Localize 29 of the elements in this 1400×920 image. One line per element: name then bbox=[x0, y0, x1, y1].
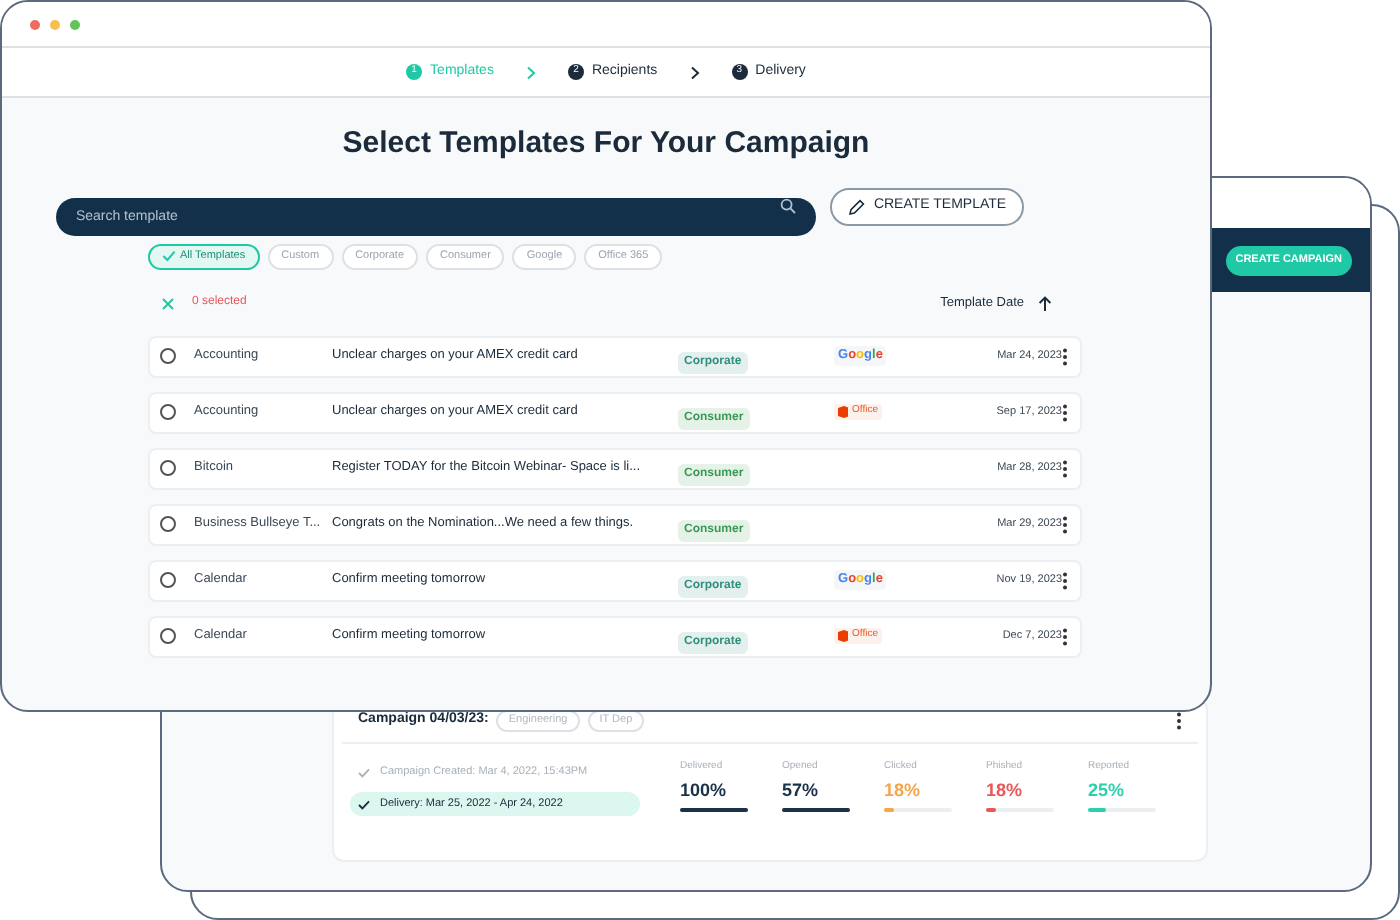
check-icon bbox=[162, 250, 176, 262]
more-icon[interactable] bbox=[1176, 712, 1182, 730]
more-icon[interactable] bbox=[1062, 571, 1068, 589]
sort-arrow-icon[interactable] bbox=[1038, 295, 1052, 311]
more-icon[interactable] bbox=[1062, 347, 1068, 365]
pencil-icon bbox=[847, 197, 866, 215]
more-icon[interactable] bbox=[1062, 515, 1068, 533]
metric-value: 25% bbox=[1088, 777, 1127, 803]
more-icon[interactable] bbox=[1062, 403, 1068, 421]
office-icon bbox=[838, 406, 848, 418]
chevron-right-icon bbox=[525, 65, 536, 79]
radio-button[interactable] bbox=[160, 628, 176, 644]
search-icon[interactable] bbox=[779, 198, 796, 214]
page-heading: Select Templates For Your Campaign bbox=[342, 124, 870, 164]
metric-value: 18% bbox=[986, 777, 1025, 803]
check-icon bbox=[358, 799, 370, 809]
office-icon bbox=[838, 630, 848, 642]
metric-value: 18% bbox=[884, 777, 923, 803]
more-icon[interactable] bbox=[1062, 459, 1068, 477]
radio-button[interactable] bbox=[160, 348, 176, 364]
metric-value: 100% bbox=[680, 777, 729, 803]
check-icon bbox=[358, 767, 370, 777]
radio-button[interactable] bbox=[160, 572, 176, 588]
radio-button[interactable] bbox=[160, 516, 176, 532]
more-icon[interactable] bbox=[1062, 627, 1068, 645]
chevron-right-icon bbox=[689, 65, 700, 79]
radio-button[interactable] bbox=[160, 460, 176, 476]
radio-button[interactable] bbox=[160, 404, 176, 420]
metric-value: 57% bbox=[782, 777, 821, 803]
